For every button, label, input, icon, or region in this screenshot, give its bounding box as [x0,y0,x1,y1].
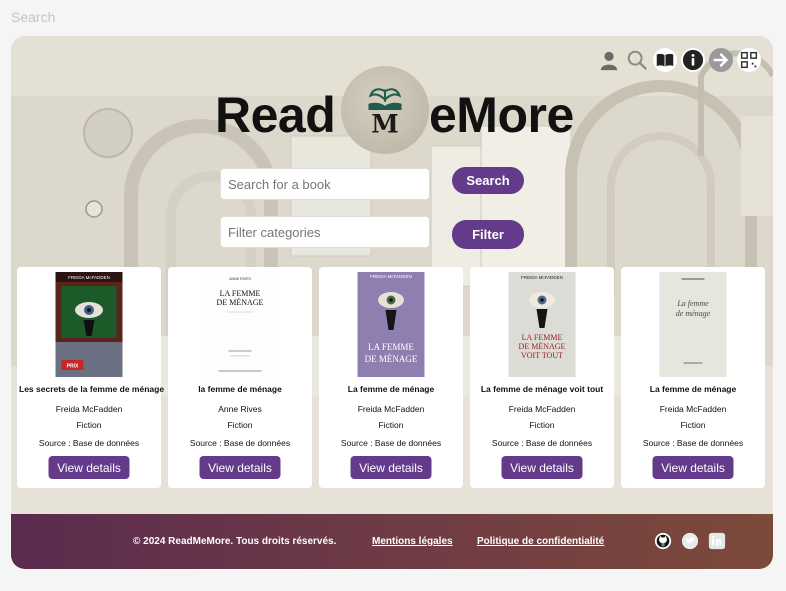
book-source: Source : Base de données [189,438,291,448]
svg-text:VOIT TOUT: VOIT TOUT [521,351,563,360]
book-title: la femme de ménage [198,384,282,394]
book-genre: Fiction [227,420,253,430]
book-title: Les secrets de la femme de ménage [19,384,165,394]
svg-text:FREIDA McFADDEN: FREIDA McFADDEN [68,275,110,280]
book-author: Freida McFadden [357,404,425,414]
svg-text:ANNE RIVES: ANNE RIVES [229,277,251,281]
brand-title-part1: Read [215,87,336,143]
svg-text:PRIX: PRIX [67,364,79,370]
book-source: Source : Base de données [491,438,593,448]
book-cover[interactable]: FREIDA McFADDEN PRIX [55,272,123,377]
category-filter-input[interactable] [220,216,430,248]
svg-text:FREIDA McFADDEN: FREIDA McFADDEN [521,275,563,280]
arrow-right-icon[interactable] [709,48,733,72]
copyright-text: © 2024 ReadMeMore. Tous droits réservés. [133,536,337,547]
search-icon[interactable] [625,48,649,72]
book-card[interactable]: FREIDA McFADDEN PRIX Les secrets de la f… [17,267,165,488]
book-author: Freida McFadden [55,404,123,414]
book-title: La femme de ménage voit tout [480,384,604,394]
book-card[interactable]: ANNE RIVES LA FEMME DE MÉNAGE la femme d… [168,267,312,488]
svg-text:M: M [371,110,398,139]
svg-text:DE MÉNAGE: DE MÉNAGE [365,354,418,364]
book-card-list: FREIDA McFADDEN PRIX Les secrets de la f… [17,267,765,488]
book-source: Source : Base de données [38,438,140,448]
book-genre: Fiction [378,420,404,430]
privacy-policy-link[interactable]: Politique de confidentialité [477,536,604,547]
footer: © 2024 ReadMeMore. Tous droits réservés.… [11,514,773,569]
info-icon[interactable] [681,48,705,72]
brand-logo: M [341,66,429,154]
book-cover[interactable]: ANNE RIVES LA FEMME DE MÉNAGE [206,272,274,377]
book-title: La femme de ménage [347,384,435,394]
view-details-button[interactable]: View details [199,456,281,479]
github-icon[interactable] [654,532,672,550]
view-details-button[interactable]: View details [501,456,583,479]
social-links [654,532,726,550]
svg-text:DE MÉNAGE: DE MÉNAGE [217,297,264,307]
book-author: Anne Rives [218,404,262,414]
book-genre: Fiction [76,420,102,430]
book-genre: Fiction [680,420,706,430]
main-frame: M Read eMore Search Filter FREIDA McFADD… [11,36,773,569]
view-details-button[interactable]: View details [350,456,432,479]
filter-button[interactable]: Filter [452,220,524,249]
book-search-input[interactable] [220,168,430,200]
twitter-icon[interactable] [681,532,699,550]
book-card[interactable]: FREIDA McFADDEN LA FEMME DE MÉNAGE La fe… [319,267,463,488]
book-card[interactable]: La femme de ménage La femme de ménage Fr… [621,267,765,488]
svg-text:LA FEMME: LA FEMME [220,289,261,298]
svg-text:DE MÉNAGE: DE MÉNAGE [519,341,566,351]
user-icon[interactable] [597,48,621,72]
svg-text:FREIDA McFADDEN: FREIDA McFADDEN [370,274,412,279]
book-cover[interactable]: FREIDA McFADDEN LA FEMME DE MÉNAGE [357,272,425,377]
svg-text:LA FEMME: LA FEMME [368,342,414,352]
book-author: Freida McFadden [659,404,727,414]
svg-text:La femme: La femme [676,299,709,308]
view-details-button[interactable]: View details [48,456,130,479]
book-source: Source : Base de données [340,438,442,448]
book-cover[interactable]: FREIDA McFADDEN LA FEMME DE MÉNAGE VOIT … [508,272,576,377]
linkedin-icon[interactable] [708,532,726,550]
search-button[interactable]: Search [452,167,524,194]
legal-notice-link[interactable]: Mentions légales [372,536,453,547]
brand-title: Read eMore [215,86,574,144]
book-cover[interactable]: La femme de ménage [659,272,727,377]
book-author: Freida McFadden [508,404,576,414]
book-genre: Fiction [529,420,555,430]
svg-text:LA FEMME: LA FEMME [522,333,563,342]
book-icon[interactable] [653,48,677,72]
header-icon-bar [597,48,761,72]
book-title: La femme de ménage [649,384,737,394]
brand-title-part2: eMore [429,87,574,143]
book-card[interactable]: FREIDA McFADDEN LA FEMME DE MÉNAGE VOIT … [470,267,614,488]
view-details-button[interactable]: View details [652,456,734,479]
top-search-label[interactable]: Search [11,9,55,25]
svg-text:de ménage: de ménage [676,309,711,318]
qr-code-icon[interactable] [737,48,761,72]
book-source: Source : Base de données [642,438,744,448]
